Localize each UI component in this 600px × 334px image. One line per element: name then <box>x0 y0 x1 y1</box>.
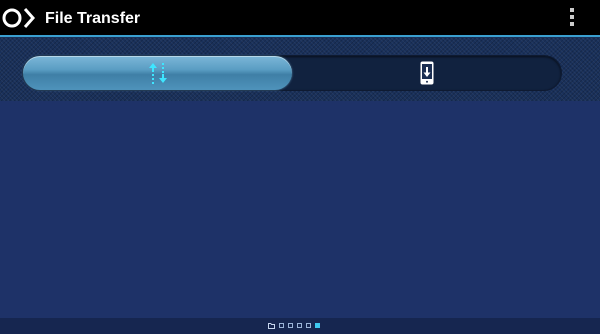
page-indicator <box>268 323 320 329</box>
page-dot-active[interactable] <box>315 323 320 328</box>
tab-transfer[interactable] <box>23 56 292 90</box>
action-bar: File Transfer <box>0 0 600 37</box>
tab-band <box>0 37 600 101</box>
app-title: File Transfer <box>45 10 141 27</box>
page-dot[interactable] <box>288 323 293 328</box>
phone-download-icon <box>420 61 433 85</box>
tab-switcher <box>22 55 562 91</box>
overflow-menu-icon[interactable] <box>569 8 575 30</box>
page-dot[interactable] <box>279 323 284 328</box>
app-logo-icon[interactable] <box>2 7 36 29</box>
transfer-arrows-icon <box>148 63 167 84</box>
folder-icon[interactable] <box>268 323 275 329</box>
page-dot[interactable] <box>306 323 311 328</box>
content-area <box>0 101 600 318</box>
tab-device[interactable] <box>292 56 561 90</box>
page-dot[interactable] <box>297 323 302 328</box>
page-indicator-bar <box>0 318 600 334</box>
